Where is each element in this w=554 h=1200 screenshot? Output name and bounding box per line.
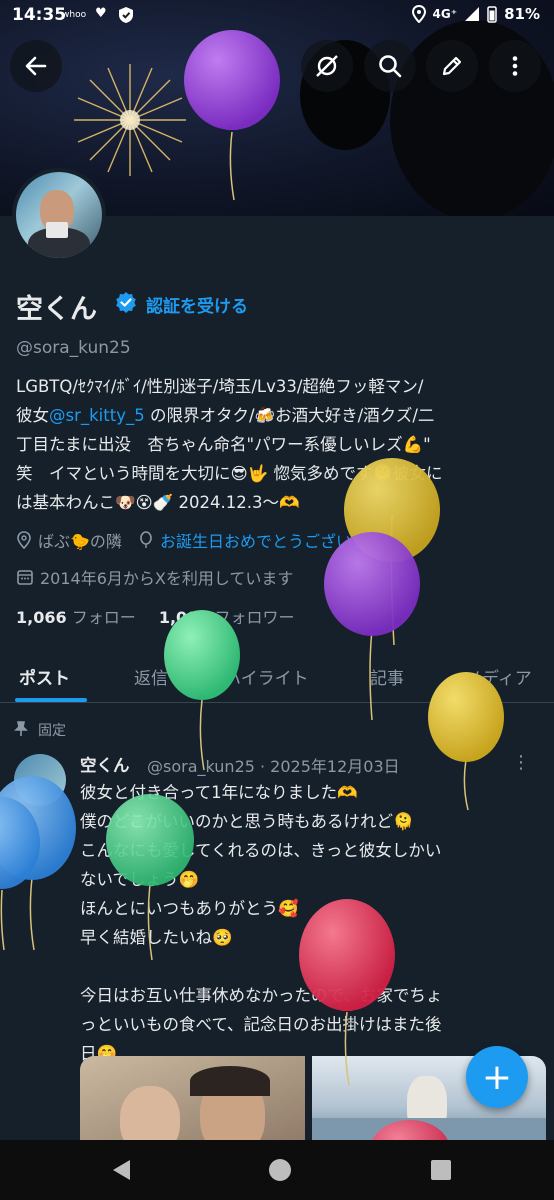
bio-line: は基本わんこ🐶😵🍼 2024.12.3〜🫶	[16, 493, 300, 512]
tweet-line: ほんとにいつもありがとう🥰	[80, 899, 299, 918]
tweet-line: 僕のどこがいいのかと思う時もあるけれど🫠	[80, 812, 414, 831]
bio-line: 丁目たまに出没 杏ちゃん命名"パワー系優しいレズ💪"	[16, 435, 431, 454]
tweet-author-name[interactable]: 空くん	[80, 752, 130, 776]
tab-highlights[interactable]: ハイライト	[224, 664, 309, 689]
more-vertical-icon	[512, 56, 518, 76]
pinned-text: 固定	[38, 723, 66, 739]
nav-back-icon[interactable]	[110, 1158, 132, 1182]
location-text: ばぶ🐤の隣	[38, 532, 122, 551]
pinned-label: 固定	[14, 720, 66, 740]
back-button[interactable]	[10, 40, 62, 92]
bio-line: LGBTQ/ｾｸﾏｲ/ﾎﾞｲ/性別迷子/埼玉/Lv33/超絶フッ軽マン/	[16, 377, 424, 396]
fireworks-image	[74, 64, 186, 176]
verified-badge-icon[interactable]	[115, 291, 137, 313]
pin-icon	[14, 721, 28, 736]
heart-icon: ♥	[95, 6, 107, 21]
network-label: 4G⁺	[432, 7, 458, 21]
compose-button[interactable]: +	[466, 1046, 528, 1108]
battery-icon	[487, 6, 497, 23]
tab-replies[interactable]: 返信	[134, 664, 168, 689]
plus-icon: +	[481, 1056, 513, 1098]
profile-joined: 2014年6月からXを利用しています	[16, 565, 293, 589]
shield-icon	[119, 7, 133, 23]
nav-recents-icon[interactable]	[430, 1159, 452, 1181]
followers-label: フォロワー	[214, 608, 295, 627]
bio-line: 彼女@sr_kitty_5 の限界オタク/🍻お酒大好き/酒クズ/二	[16, 401, 544, 430]
carrier-label: whoo	[62, 10, 87, 20]
tweet-photo[interactable]	[80, 1056, 305, 1146]
profile-location: ばぶ🐤の隣 お誕生日おめでとうございます。	[16, 528, 398, 552]
status-time: 14:35	[12, 5, 67, 25]
profile-name: 空くん	[16, 294, 97, 325]
bio-text: 彼女	[16, 406, 49, 425]
battery-level: 81%	[504, 5, 540, 23]
tab-posts[interactable]: ポスト	[19, 664, 70, 689]
tweet-line	[80, 952, 546, 981]
location-pin-icon	[17, 531, 31, 549]
active-tab-indicator	[15, 698, 87, 702]
calendar-icon	[17, 570, 33, 585]
joined-text: 2014年6月からXを利用しています	[40, 569, 294, 588]
following-count: 1,066	[16, 608, 67, 627]
balloon-birthday-icon	[140, 531, 152, 548]
get-verified-link[interactable]: 認証を受ける	[146, 292, 248, 317]
follow-counts: 1,066 フォロー 1,083 フォロワー	[16, 604, 295, 628]
edit-button[interactable]	[426, 40, 478, 92]
signal-icon	[465, 7, 480, 21]
profile-tabs: ポスト 返信 ハイライト 記事 メディア	[0, 650, 554, 703]
edit-icon	[442, 56, 462, 76]
tweet-avatar[interactable]	[14, 754, 66, 806]
search-icon	[379, 55, 402, 78]
bio-mention-link[interactable]: @sr_kitty_5	[49, 406, 145, 425]
tweet-more-icon[interactable]: ⋮	[512, 752, 530, 773]
profile-avatar[interactable]	[12, 168, 106, 262]
system-nav-bar	[0, 1140, 554, 1200]
tweet-line: っといいもの食べて、記念日のお出掛けはまた後	[80, 1015, 442, 1034]
followers-count: 1,083	[158, 608, 210, 627]
tweet-meta: @sora_kun25 · 2025年12月03日	[147, 757, 400, 776]
tweet-line: 早く結婚したいね🥺	[80, 928, 233, 947]
profile-handle: @sora_kun25	[16, 338, 131, 358]
followers-link[interactable]: 1,083 フォロワー	[159, 608, 295, 627]
status-right: 4G⁺ 81%	[411, 5, 540, 23]
tweet-line: こんなにも愛してくれるのは、きっと彼女しかい	[80, 841, 442, 860]
following-link[interactable]: 1,066 フォロー	[16, 608, 136, 627]
profile-bio: LGBTQ/ｾｸﾏｲ/ﾎﾞｲ/性別迷子/埼玉/Lv33/超絶フッ軽マン/ 彼女@…	[16, 372, 544, 517]
tweet-line: ないでしょう🤭	[80, 870, 200, 889]
tweet-text: 彼女と付き合って1年になりました🫶 僕のどこがいいのかと思う時もあるけれど🫠 こ…	[80, 778, 546, 1068]
tweet-line: 彼女と付き合って1年になりました🫶	[80, 783, 358, 802]
more-button[interactable]	[489, 40, 541, 92]
bio-line: 笑 イマという時間を大切に😎🤟 惚気多めです🫠彼女に	[16, 464, 443, 483]
tweet-line: 今日はお互い仕事休めなかったので、お家でちょ	[80, 986, 443, 1005]
tab-media[interactable]: メディア	[465, 664, 532, 689]
location-icon	[411, 5, 426, 23]
tab-articles[interactable]: 記事	[370, 664, 404, 689]
bio-text: の限界オタク/🍻お酒大好き/酒クズ/二	[149, 406, 435, 425]
birthday-text: お誕生日おめでとうございます。	[159, 532, 399, 551]
status-bar: 14:35 whoo ♥ 4G⁺ 81%	[0, 0, 554, 34]
search-button[interactable]	[364, 40, 416, 92]
grok-icon	[316, 55, 338, 77]
back-arrow-icon	[25, 56, 47, 76]
balloon	[0, 797, 40, 951]
nav-home-icon[interactable]	[268, 1158, 292, 1182]
following-label: フォロー	[71, 608, 136, 627]
grok-button[interactable]	[301, 40, 353, 92]
